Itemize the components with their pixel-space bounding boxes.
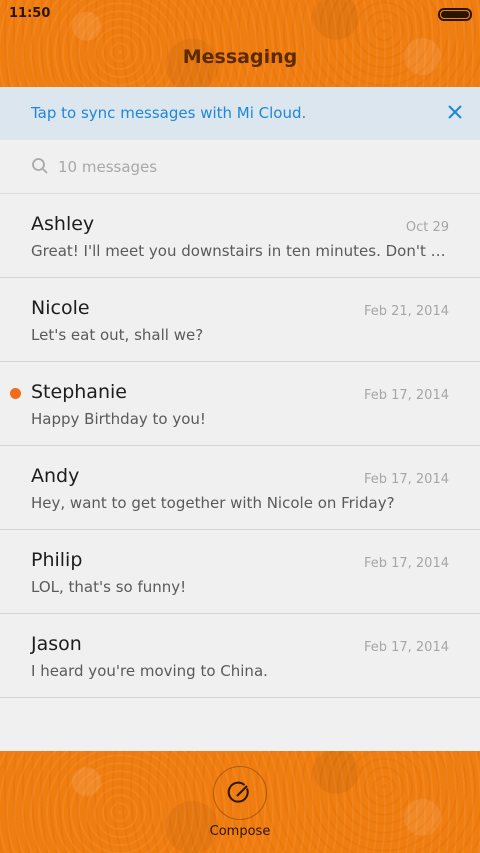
message-date: Feb 17, 2014 [363,388,449,403]
message-snippet: Happy Birthday to you! [31,410,206,428]
battery-icon [438,8,472,21]
conversation-row[interactable]: Philip Feb 17, 2014 LOL, that's so funny… [0,530,480,614]
message-snippet: LOL, that's so funny! [31,578,187,596]
conversation-row[interactable]: Nicole Feb 21, 2014 Let's eat out, shall… [0,278,480,362]
message-date: Feb 21, 2014 [363,304,449,319]
message-date: Feb 17, 2014 [363,472,449,487]
conversation-row[interactable]: Jason Feb 17, 2014 I heard you're moving… [0,614,480,698]
compose-label[interactable]: Compose [0,824,480,839]
conversation-row[interactable]: Stephanie Feb 17, 2014 Happy Birthday to… [0,362,480,446]
conversation-list: Ashley Oct 29 Great! I'll meet you downs… [0,194,480,698]
message-snippet: Great! I'll meet you downstairs in ten m… [31,242,449,260]
conversation-row[interactable]: Ashley Oct 29 Great! I'll meet you downs… [0,194,480,278]
contact-name: Stephanie [31,381,127,403]
search-icon [32,158,48,174]
page-title: Messaging [182,46,298,68]
contact-name: Jason [31,633,82,655]
sync-banner[interactable]: Tap to sync messages with Mi Cloud. [0,87,480,140]
message-date: Feb 17, 2014 [363,556,449,571]
search-bar[interactable]: 10 messages [0,140,480,194]
message-snippet: Hey, want to get together with Nicole on… [31,494,395,512]
message-snippet: Let's eat out, shall we? [31,326,204,344]
sync-banner-text[interactable]: Tap to sync messages with Mi Cloud. [31,104,306,122]
compose-button[interactable] [213,766,267,820]
message-date: Oct 29 [405,220,449,235]
status-time: 11:50 [9,6,51,21]
contact-name: Nicole [31,297,90,319]
contact-name: Andy [31,465,80,487]
close-icon[interactable] [444,101,466,123]
bottom-bar: Compose [0,751,480,853]
unread-indicator [10,388,21,399]
conversation-row[interactable]: Andy Feb 17, 2014 Hey, want to get toget… [0,446,480,530]
contact-name: Ashley [31,213,95,235]
message-snippet: I heard you're moving to China. [31,662,268,680]
compose-icon [227,781,249,803]
app-header: 11:50 Messaging [0,0,480,87]
contact-name: Philip [31,549,83,571]
search-input[interactable]: 10 messages [58,158,157,176]
message-date: Feb 17, 2014 [363,640,449,655]
